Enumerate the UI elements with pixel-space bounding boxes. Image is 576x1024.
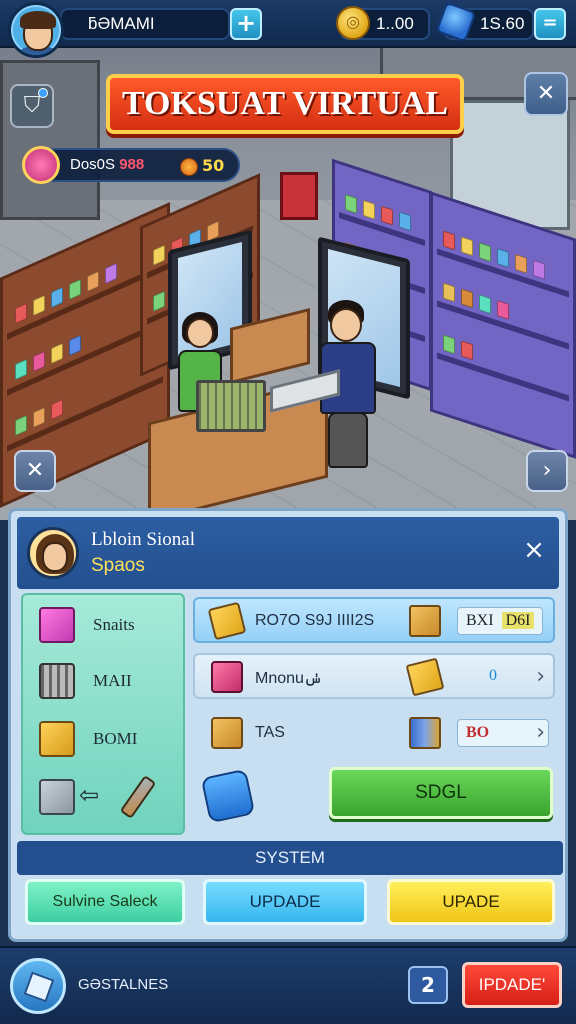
- nav-right-button[interactable]: ›: [526, 450, 568, 492]
- chevron-right-icon: ›: [536, 720, 545, 745]
- box-grey-icon: [39, 779, 75, 815]
- row-tag-text: BXI: [466, 612, 494, 629]
- inventory-arrow-icon: ⇦: [79, 783, 100, 809]
- player-avatar[interactable]: [8, 2, 64, 58]
- shop-label: Dos0S: [70, 156, 116, 173]
- box-icon: [409, 605, 441, 637]
- shop-badge-icon: [22, 146, 60, 184]
- shop-coin-icon: [180, 158, 198, 176]
- list-row[interactable]: RO7O S9J IIII2S BXI D6I: [193, 597, 555, 643]
- inventory-label: MAII: [93, 671, 132, 690]
- shield-icon[interactable]: ⛉: [10, 84, 54, 128]
- cube-pink-icon: [39, 607, 75, 643]
- inventory-column: Snaits MAII BOMI ⇦: [21, 593, 185, 835]
- notification-count: 2: [408, 966, 448, 1004]
- coin-amount: 1..00: [376, 14, 414, 33]
- sell-button[interactable]: SDGL: [329, 767, 553, 819]
- update-button-blue[interactable]: UPDADE: [203, 879, 367, 925]
- store-panel: Lbloin Sional Spaos × Snaits MAII BOMI ⇦…: [8, 508, 568, 942]
- inventory-item[interactable]: Snaits: [31, 601, 181, 649]
- bottom-label: GƏSTALNES: [78, 976, 169, 993]
- cart-box-icon: [39, 721, 75, 757]
- list-row[interactable]: TAS BO ›: [193, 709, 555, 755]
- row-tag: 0: [489, 667, 497, 684]
- gem-amount: 1S.60: [480, 14, 525, 33]
- row-tag: BO: [457, 719, 549, 747]
- row-label: RO7O S9J IIII2S: [255, 612, 375, 629]
- close-icon[interactable]: ×: [519, 535, 549, 565]
- crate-icon: [39, 663, 75, 699]
- add-friend-button[interactable]: +: [230, 8, 262, 40]
- update-button-yellow[interactable]: UPADE: [387, 879, 555, 925]
- row-label: TAS: [255, 724, 285, 741]
- book-stack-icon: [409, 717, 441, 749]
- row-tag: BXI D6I: [457, 607, 544, 635]
- shopping-cart: [196, 380, 266, 432]
- shelf-right-2: [430, 191, 576, 459]
- top-bar: ƃƏMAMI + 1..00 ◎ 1S.60 =: [0, 0, 576, 48]
- row-tag-accent: D6I: [501, 612, 535, 629]
- tools-icon: [119, 774, 157, 820]
- special-sale-button[interactable]: Sulvine Saleck: [25, 879, 185, 925]
- customer-name: Lbloin Sional: [91, 529, 195, 550]
- customer-avatar: [27, 527, 79, 579]
- card-icon[interactable]: [200, 768, 256, 824]
- nav-left-button[interactable]: ✕: [14, 450, 56, 492]
- inventory-item[interactable]: MAII: [31, 657, 181, 705]
- inventory-item[interactable]: BOMI: [31, 715, 181, 763]
- chevron-right-icon: ›: [536, 664, 545, 689]
- player-name-pill: ƃƏMAMI: [60, 8, 230, 40]
- menu-button[interactable]: =: [534, 8, 566, 40]
- ticket-icon: [405, 657, 445, 697]
- player-name: ƃƏMAMI: [88, 14, 155, 33]
- inventory-label: Snaits: [93, 615, 135, 634]
- coin-icon: ◎: [336, 6, 370, 40]
- title-banner: TOKSUAT VIRTUAL: [106, 74, 464, 134]
- catalog-icon[interactable]: [10, 958, 66, 1014]
- upgrade-button[interactable]: IPDADE': [462, 962, 562, 1008]
- shop-coin-value: 50: [202, 156, 225, 175]
- customer-subtitle: Spaos: [91, 555, 145, 576]
- list-row[interactable]: Mnonuݭ 0 ›: [193, 653, 555, 699]
- shop-value-red: 988: [119, 156, 145, 173]
- crate-pink-icon: [211, 661, 243, 693]
- row-label: Mnonuݭ: [255, 670, 323, 687]
- bottom-bar: GƏSTALNES 2 IPDADE': [0, 946, 576, 1024]
- red-trashcan: [280, 172, 318, 220]
- system-header: SYSTEM: [17, 841, 563, 875]
- inventory-label: BOMI: [93, 729, 138, 748]
- panel-header: Lbloin Sional Spaos ×: [17, 517, 559, 589]
- inventory-item[interactable]: ⇦: [31, 773, 181, 821]
- tools-icon[interactable]: ✕: [524, 72, 568, 116]
- shop-info-pill: Dos0S 988 50: [22, 146, 240, 184]
- ticket-icon: [207, 601, 247, 641]
- box-icon: [211, 717, 243, 749]
